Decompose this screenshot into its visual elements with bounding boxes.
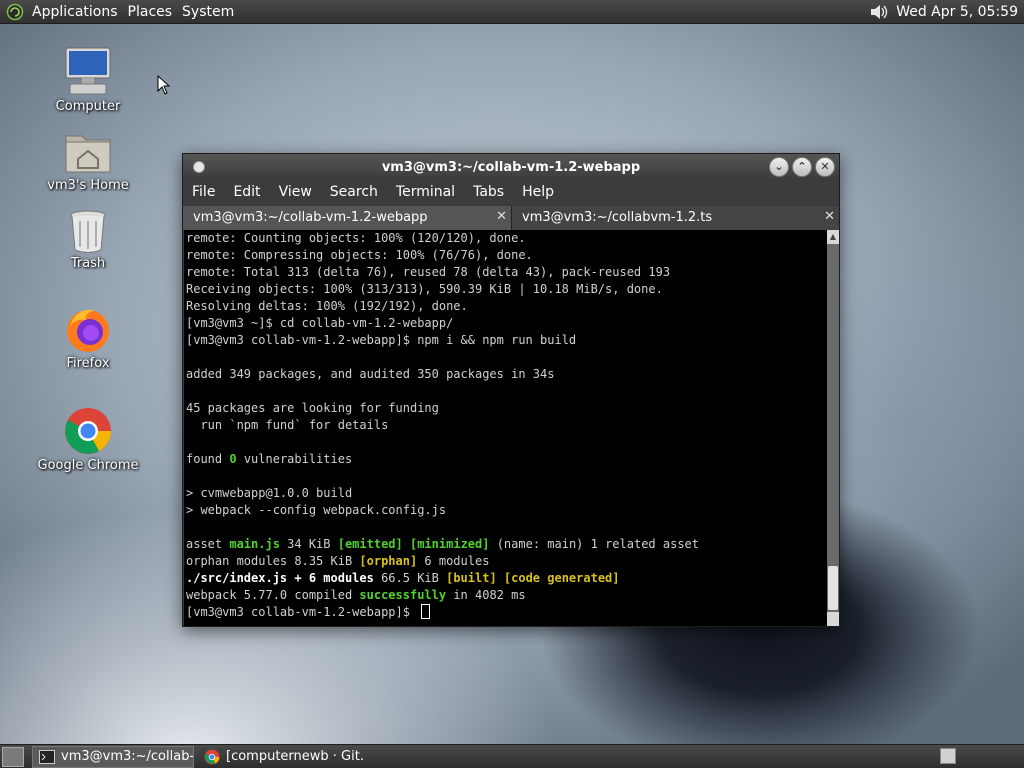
- terminal-line: remote: Compressing objects: 100% (76/76…: [186, 248, 533, 262]
- window-title: vm3@vm3:~/collab-vm-1.2-webapp: [381, 159, 641, 175]
- top-panel-tray: Wed Apr 5, 05:59: [868, 0, 1024, 24]
- show-desktop-button[interactable]: [2, 746, 24, 767]
- volume-icon[interactable]: [868, 2, 890, 22]
- menu-help[interactable]: Help: [513, 180, 563, 204]
- menu-search[interactable]: Search: [321, 180, 387, 204]
- terminal-window[interactable]: vm3@vm3:~/collab-vm-1.2-webapp ⌄ ⌃ ✕ Fil…: [182, 153, 840, 627]
- terminal-line: ./src/index.js + 6 modules 66.5 KiB [bui…: [186, 571, 620, 585]
- desktop-icon-label: Google Chrome: [37, 458, 139, 473]
- terminal-line: Resolving deltas: 100% (192/192), done.: [186, 299, 468, 313]
- terminal-line: asset main.js 34 KiB [emitted] [minimize…: [186, 537, 699, 551]
- terminal-line: [vm3@vm3 ~]$ cd collab-vm-1.2-webapp/: [186, 316, 454, 330]
- terminal-output[interactable]: remote: Counting objects: 100% (120/120)…: [184, 230, 827, 626]
- terminal-line: remote: Total 313 (delta 76), reused 78 …: [186, 265, 671, 279]
- terminal-icon: [39, 749, 55, 764]
- desktop-icon-computer[interactable]: Computer: [33, 45, 143, 114]
- tab-label: vm3@vm3:~/collab-vm-1.2-webapp: [193, 210, 428, 225]
- desktop-icon-trash[interactable]: Trash: [33, 208, 143, 271]
- terminal-scrollbar[interactable]: ▲: [827, 230, 839, 626]
- computer-icon: [65, 47, 111, 95]
- trash-icon: [70, 210, 106, 253]
- desktop-icon-label: Firefox: [66, 356, 110, 371]
- close-button[interactable]: ✕: [815, 157, 835, 177]
- desktop-icon-firefox[interactable]: Firefox: [33, 306, 143, 371]
- bottom-panel: vm3@vm3:~/collab-... [computernewb · Git…: [0, 744, 1024, 768]
- taskbar-item-chrome[interactable]: [computernewb · Git...: [198, 746, 363, 768]
- terminal-line: run `npm fund` for details: [186, 418, 389, 432]
- clock[interactable]: Wed Apr 5, 05:59: [896, 4, 1024, 20]
- applications-menu[interactable]: Applications: [30, 1, 126, 23]
- tab-close-icon[interactable]: ✕: [496, 209, 507, 224]
- window-titlebar[interactable]: vm3@vm3:~/collab-vm-1.2-webapp ⌄ ⌃ ✕: [183, 154, 839, 180]
- text-cursor: [421, 604, 431, 619]
- mouse-pointer-icon: [157, 75, 171, 95]
- terminal-menubar: File Edit View Search Terminal Tabs Help: [183, 180, 839, 204]
- top-panel: Applications Places System Wed Apr 5, 05…: [0, 0, 1024, 24]
- tab-label: vm3@vm3:~/collabvm-1.2.ts: [522, 210, 713, 225]
- menu-view[interactable]: View: [270, 180, 321, 204]
- window-menu-icon[interactable]: [193, 161, 205, 173]
- taskbar-item-label: vm3@vm3:~/collab-...: [61, 749, 194, 764]
- terminal-line: > cvmwebapp@1.0.0 build: [186, 486, 353, 500]
- terminal-prompt: [vm3@vm3 collab-vm-1.2-webapp]$: [186, 605, 418, 619]
- minimize-button[interactable]: ⌄: [769, 157, 789, 177]
- terminal-line: webpack 5.77.0 compiled successfully in …: [186, 588, 526, 602]
- taskbar-item-terminal[interactable]: vm3@vm3:~/collab-...: [32, 745, 194, 768]
- workspace-switcher[interactable]: [940, 748, 956, 764]
- system-menu[interactable]: System: [180, 1, 242, 23]
- menu-file[interactable]: File: [183, 180, 224, 204]
- terminal-line: 45 packages are looking for funding: [186, 401, 439, 415]
- maximize-button[interactable]: ⌃: [792, 157, 812, 177]
- terminal-line: orphan modules 8.35 KiB [orphan] 6 modul…: [186, 554, 490, 568]
- places-menu[interactable]: Places: [126, 1, 181, 23]
- terminal-line: > webpack --config webpack.config.js: [186, 503, 447, 517]
- tab-collabvm-ts[interactable]: vm3@vm3:~/collabvm-1.2.ts ✕: [511, 206, 839, 230]
- scrollbar-thumb[interactable]: [828, 566, 838, 610]
- desktop-icon-label: vm3's Home: [47, 178, 129, 193]
- terminal-tab-bar: vm3@vm3:~/collab-vm-1.2-webapp ✕ vm3@vm3…: [183, 206, 839, 230]
- desktop-icon-label: Computer: [55, 99, 121, 114]
- terminal-line: remote: Counting objects: 100% (120/120)…: [186, 231, 526, 245]
- chrome-icon: [65, 408, 111, 454]
- desktop-icon-chrome[interactable]: Google Chrome: [33, 406, 143, 473]
- taskbar-item-label: [computernewb · Git...: [226, 749, 363, 764]
- tab-collab-vm-webapp[interactable]: vm3@vm3:~/collab-vm-1.2-webapp ✕: [183, 206, 511, 230]
- firefox-icon: [67, 309, 109, 352]
- desktop-icon-home[interactable]: vm3's Home: [33, 128, 143, 193]
- terminal-prompt-line[interactable]: [vm3@vm3 collab-vm-1.2-webapp]$: [186, 604, 827, 621]
- tab-close-icon[interactable]: ✕: [824, 209, 835, 224]
- terminal-line: found 0 vulnerabilities: [186, 452, 353, 466]
- terminal-line: [vm3@vm3 collab-vm-1.2-webapp]$ npm i &&…: [186, 333, 577, 347]
- scroll-up-icon[interactable]: ▲: [827, 230, 839, 244]
- menu-terminal[interactable]: Terminal: [387, 180, 464, 204]
- window-controls: ⌄ ⌃ ✕: [769, 157, 835, 177]
- desktop-icon-label: Trash: [70, 256, 106, 271]
- menu-edit[interactable]: Edit: [224, 180, 269, 204]
- distro-logo-icon[interactable]: [6, 3, 24, 21]
- menu-tabs[interactable]: Tabs: [464, 180, 513, 204]
- chrome-icon: [204, 749, 220, 764]
- scroll-down-button[interactable]: [827, 612, 839, 626]
- terminal-line: Receiving objects: 100% (313/313), 590.3…: [186, 282, 663, 296]
- terminal-line: added 349 packages, and audited 350 pack…: [186, 367, 555, 381]
- home-folder-icon: [65, 135, 111, 173]
